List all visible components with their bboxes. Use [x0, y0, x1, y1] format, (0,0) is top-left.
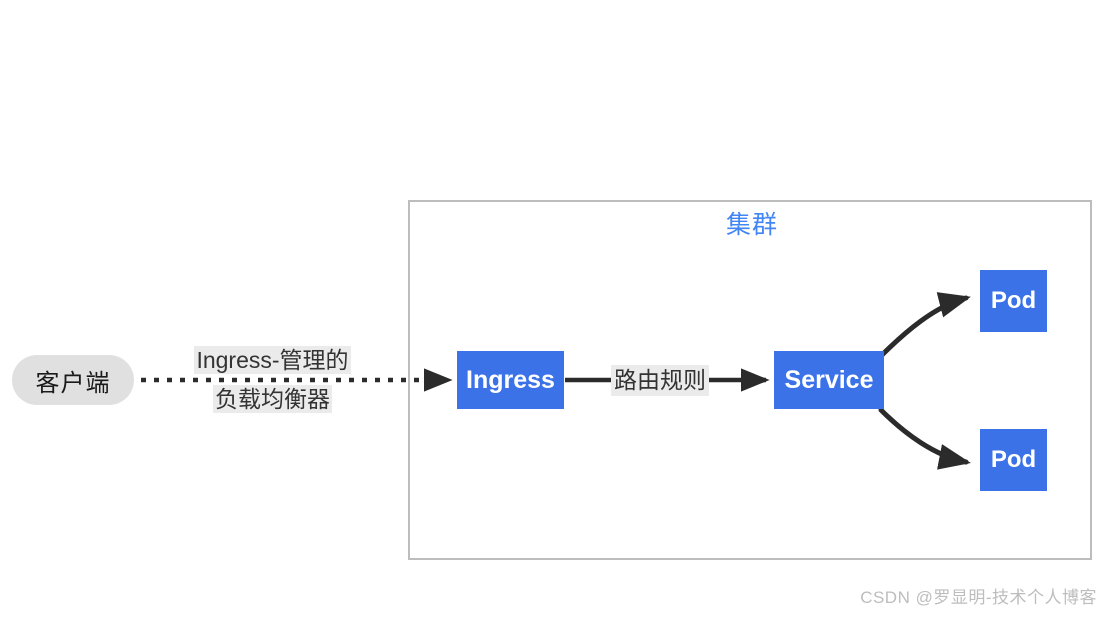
node-pod-bottom[interactable]: Pod [980, 429, 1047, 491]
edge-label-load-balancer-line1: Ingress-管理的 [194, 346, 351, 374]
node-ingress-label: Ingress [466, 365, 555, 394]
node-pod-bottom-label: Pod [990, 446, 1037, 473]
node-client[interactable]: 客户端 [12, 355, 134, 405]
node-client-label: 客户端 [35, 369, 111, 397]
watermark: CSDN @罗显明-技术个人博客 [860, 588, 1097, 607]
edge-label-load-balancer: Ingress-管理的 负载均衡器 [170, 341, 375, 419]
edge-label-routing-rules: 路由规则 [611, 365, 709, 396]
cluster-label: 集群 [725, 211, 778, 239]
node-service-label: Service [784, 365, 874, 394]
node-ingress[interactable]: Ingress [457, 351, 564, 409]
node-service[interactable]: Service [774, 351, 884, 409]
diagram-canvas: 集群 客户端 Ingress-管理的 负载均衡器 Ingress 路由规则 Se… [0, 0, 1113, 621]
node-pod-top[interactable]: Pod [980, 270, 1047, 332]
edge-label-load-balancer-line2: 负载均衡器 [213, 385, 332, 413]
node-pod-top-label: Pod [990, 287, 1037, 314]
